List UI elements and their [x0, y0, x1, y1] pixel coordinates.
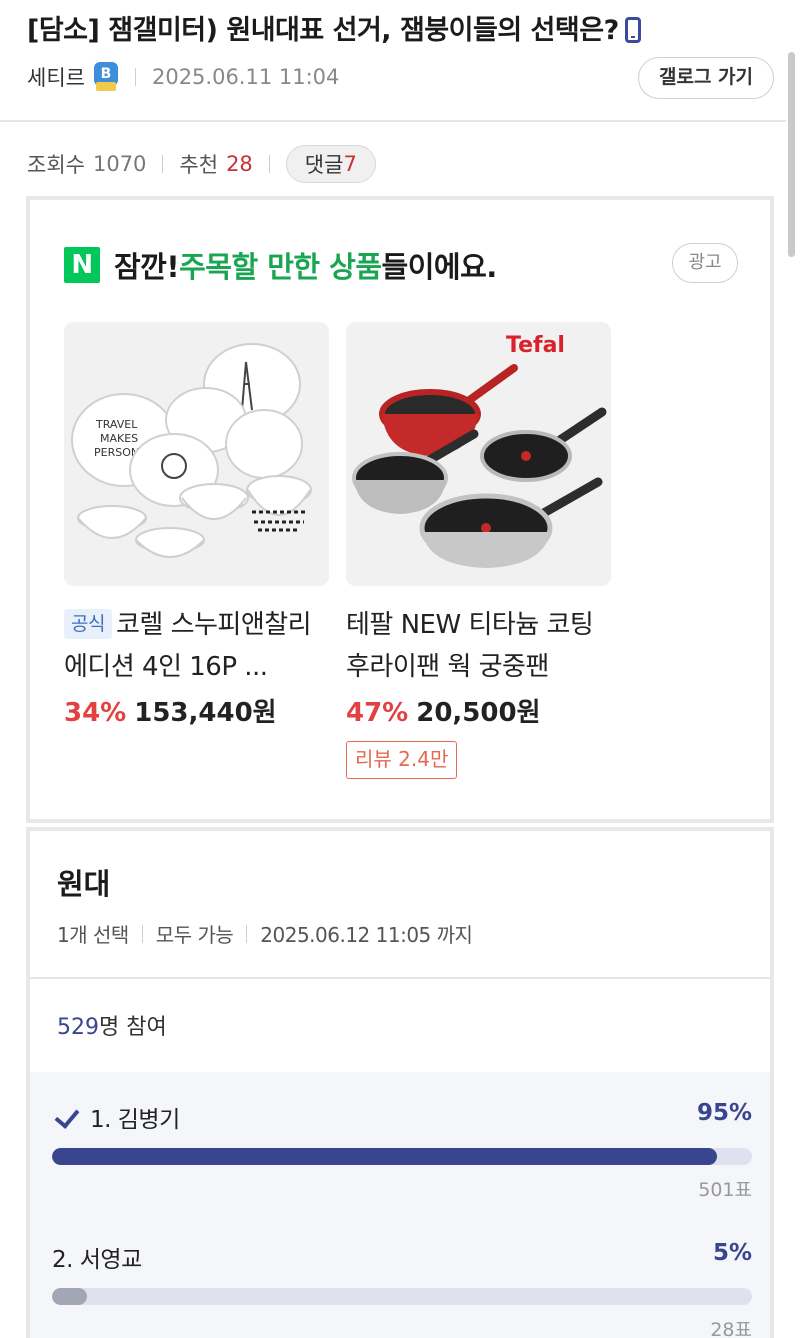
poll-option-percent: 5%: [712, 1240, 752, 1266]
author-name[interactable]: 세티르: [27, 62, 85, 92]
product-card[interactable]: Tefal 테팔 NEW 티타늄 코팅 후라이팬 웍 궁중팬 47% 20,500…: [346, 322, 612, 779]
poll-visibility: 모두 가능: [155, 923, 234, 947]
ad-banner: N 잠깐! 주목할 만한 상품 들이에요. 광고 TRAVEL MAKES PE…: [26, 196, 774, 823]
check-icon: [52, 1109, 78, 1125]
ad-heading-prefix: 잠깐!: [114, 250, 180, 284]
ad-heading-highlight: 주목할 만한 상품: [179, 250, 382, 284]
gallog-button[interactable]: 갤로그 가기: [638, 57, 774, 99]
poll-title: 원대: [57, 867, 111, 901]
stats-divider: [268, 155, 270, 173]
svg-text:MAKES: MAKES: [100, 432, 138, 445]
recommend-label: 추천: [179, 153, 219, 177]
ad-heading-suffix: 들이에요.: [381, 250, 498, 284]
tefal-brand-mark: Tefal: [506, 333, 565, 358]
ad-heading: N 잠깐! 주목할 만한 상품 들이에요.: [64, 244, 497, 286]
poll-option[interactable]: 2. 서영교 5% 28표: [52, 1238, 752, 1338]
poll-bar-track: [52, 1148, 752, 1165]
meta-divider: [134, 68, 136, 86]
poll-option-name: 1. 김병기: [90, 1107, 180, 1133]
ad-label[interactable]: 광고: [672, 243, 738, 283]
review-count-tag: 리뷰 2.4만: [346, 741, 458, 779]
recommend-count: 28: [226, 152, 253, 176]
poll-option-label: 1. 김병기: [52, 1100, 180, 1134]
snoopy-dinnerware-set-image[interactable]: TRAVEL MAKES PERSON: [64, 322, 329, 586]
tefal-frying-pans-image[interactable]: Tefal: [346, 322, 611, 586]
participants-suffix: 명 참여: [99, 1015, 167, 1040]
poll-results: 1. 김병기 95% 501표 2. 서영교 5% 28표: [30, 1072, 770, 1338]
poll-option-name: 2. 서영교: [52, 1247, 142, 1273]
product-price: 47% 20,500원: [346, 692, 612, 729]
scrollbar-thumb[interactable]: [788, 52, 795, 257]
stats-divider: [162, 155, 164, 173]
poll-option[interactable]: 1. 김병기 95% 501표: [52, 1098, 752, 1202]
official-tag: 공식: [64, 609, 112, 639]
product-price: 34% 153,440원: [64, 692, 330, 729]
post-stats: 조회수 1070 추천 28 댓글 7: [27, 145, 376, 183]
member-badge-icon: B: [93, 62, 119, 92]
poll-option-votes: 501표: [698, 1179, 752, 1201]
poll-divider: [30, 977, 770, 979]
poll-option-percent: 95%: [696, 1100, 752, 1126]
poll: 원대 1개 선택 모두 가능 2025.06.12 11:05 까지 529명 …: [26, 827, 774, 1338]
poll-participants: 529명 참여: [57, 1009, 167, 1041]
poll-option-votes: 28표: [710, 1319, 752, 1338]
views-count: 1070: [92, 152, 147, 176]
post-header: [담소] 잼갤미터) 원내대표 선거, 잼붕이들의 선택은? 세티르 B 202…: [0, 0, 786, 120]
naver-logo-icon: N: [64, 247, 100, 283]
comments-count: 7: [343, 152, 357, 176]
comments-label: 댓글: [304, 153, 344, 177]
svg-text:TRAVEL: TRAVEL: [95, 418, 138, 431]
poll-option-label: 2. 서영교: [52, 1240, 142, 1274]
mobile-phone-icon: [624, 17, 641, 43]
header-divider: [0, 120, 786, 122]
product-name[interactable]: 공식 코렐 스누피앤찰리에디션 4인 16P ...: [64, 604, 330, 688]
poll-meta: 1개 선택 모두 가능 2025.06.12 11:05 까지: [57, 919, 473, 948]
product-discount: 34%: [64, 698, 127, 728]
post-title: [담소] 잼갤미터) 원내대표 선거, 잼붕이들의 선택은?: [27, 8, 747, 47]
product-name[interactable]: 테팔 NEW 티타늄 코팅 후라이팬 웍 궁중팬: [346, 604, 612, 688]
comments-button[interactable]: 댓글 7: [285, 145, 376, 183]
product-price-value: 153,440원: [134, 698, 277, 728]
poll-bar-fill: [52, 1288, 87, 1305]
product-card[interactable]: TRAVEL MAKES PERSON 공식 코렐 스누피앤찰리에디션 4인 16…: [64, 322, 330, 729]
poll-deadline: 2025.06.12 11:05 까지: [260, 923, 473, 947]
poll-bar-track: [52, 1288, 752, 1305]
poll-meta-divider: [246, 924, 248, 943]
post-date: 2025.06.11 11:04: [151, 65, 340, 89]
poll-selection-type: 1개 선택: [57, 923, 129, 947]
poll-meta-divider: [141, 924, 143, 943]
poll-bar-fill: [52, 1148, 717, 1165]
scrollbar[interactable]: [786, 0, 800, 1338]
participants-count: 529: [57, 1015, 99, 1040]
product-price-value: 20,500원: [416, 698, 541, 728]
product-discount: 47%: [346, 698, 409, 728]
post-title-text: [담소] 잼갤미터) 원내대표 선거, 잼붕이들의 선택은?: [27, 15, 619, 46]
post-meta: 세티르 B 2025.06.11 11:04: [27, 62, 339, 92]
views-label: 조회수: [27, 153, 85, 177]
